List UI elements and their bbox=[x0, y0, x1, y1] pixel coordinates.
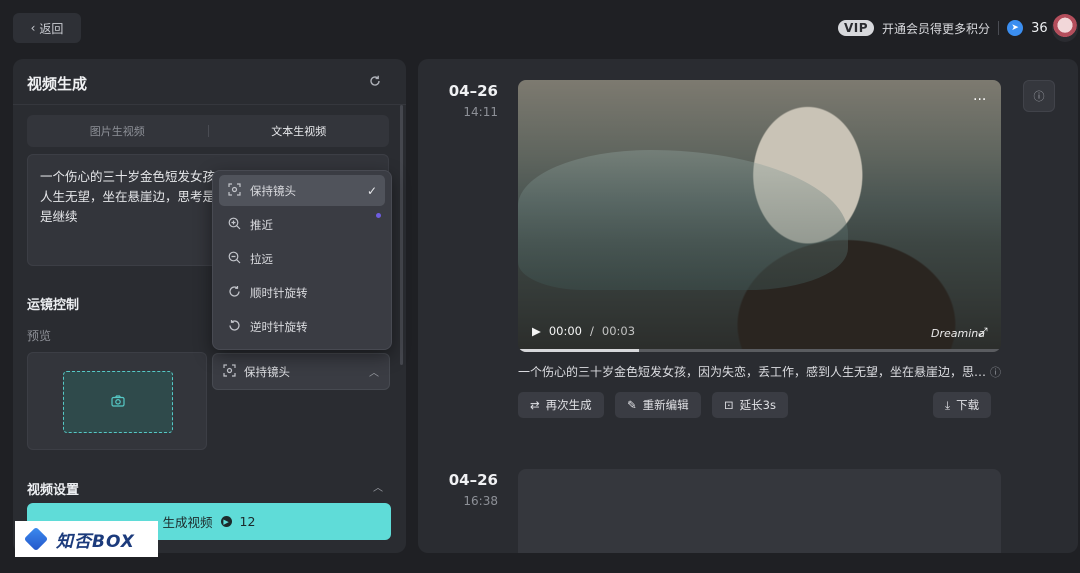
camera-icon bbox=[111, 394, 125, 410]
credit-icon: ▶ bbox=[220, 516, 232, 527]
menu-item-rotate-cw[interactable]: 顺时针旋转 bbox=[219, 277, 385, 308]
progress-fill bbox=[518, 349, 639, 352]
menu-item-label: 逆时针旋转 bbox=[250, 319, 308, 334]
menu-item-label: 拉远 bbox=[250, 251, 273, 266]
generate-cost: 12 bbox=[239, 514, 256, 529]
current-time: 00:00 bbox=[548, 324, 583, 338]
tab-text-to-video[interactable]: 文本生视频 bbox=[209, 123, 390, 139]
watermark: 知否BOX bbox=[15, 521, 158, 557]
pending-video-card bbox=[518, 469, 1001, 553]
prompt-line: 人生无望，坐在悬崖边，思考是 bbox=[40, 189, 216, 204]
time-separator: / bbox=[590, 324, 594, 338]
divider bbox=[13, 104, 406, 105]
info-button[interactable]: ⓘ bbox=[1023, 80, 1055, 112]
chevron-left-icon: ‹ bbox=[30, 21, 36, 35]
vip-promo[interactable]: VIP 开通会员得更多积分 ➤ 36 bbox=[838, 17, 1048, 39]
player-controls: ▶ 00:00 / 00:03 bbox=[532, 324, 635, 338]
re-edit-button[interactable]: ✎ 重新编辑 bbox=[615, 392, 701, 418]
button-label: 重新编辑 bbox=[642, 398, 689, 412]
info-icon[interactable]: ⓘ bbox=[990, 364, 1001, 380]
button-label: 下载 bbox=[956, 398, 980, 412]
camera-control-title: 运镜控制 bbox=[27, 298, 80, 313]
menu-item-zoom-out[interactable]: 拉远 bbox=[219, 243, 385, 274]
pencil-icon: ✎ bbox=[627, 398, 637, 412]
fullscreen-icon[interactable]: ⤢ bbox=[978, 325, 988, 340]
video-frame bbox=[518, 150, 848, 290]
divider bbox=[998, 21, 1000, 35]
menu-item-label: 保持镜头 bbox=[250, 183, 296, 198]
preview-label: 预览 bbox=[27, 329, 52, 343]
play-icon[interactable]: ▶ bbox=[532, 324, 541, 338]
result-time: 14:11 bbox=[463, 105, 498, 119]
notification-dot bbox=[376, 213, 381, 218]
tab-image-to-video[interactable]: 图片生视频 bbox=[27, 123, 208, 139]
avatar[interactable] bbox=[1052, 14, 1078, 42]
video-watermark: Dreamina bbox=[931, 327, 985, 340]
chevron-up-icon[interactable]: ︿ bbox=[373, 479, 383, 494]
video-player[interactable]: ··· ▶ 00:00 / 00:03 Dreamina ⤢ bbox=[518, 80, 1001, 352]
camera-preview bbox=[27, 352, 207, 450]
rotate-ccw-icon bbox=[227, 319, 241, 335]
check-icon: ✓ bbox=[366, 183, 377, 198]
select-value: 保持镜头 bbox=[244, 364, 290, 379]
info-icon: ⓘ bbox=[1033, 90, 1045, 103]
vip-badge: VIP bbox=[838, 20, 875, 36]
credit-count: 36 bbox=[1031, 20, 1048, 36]
button-label: 再次生成 bbox=[545, 398, 592, 412]
more-icon[interactable]: ··· bbox=[973, 92, 986, 108]
duration: 00:03 bbox=[601, 324, 636, 338]
back-button[interactable]: ‹ 返回 bbox=[13, 13, 81, 43]
rotate-cw-icon bbox=[227, 285, 241, 301]
chevron-up-icon: ︿ bbox=[369, 368, 379, 379]
refresh-icon[interactable] bbox=[368, 74, 384, 90]
panel-title: 视频生成 bbox=[27, 75, 88, 93]
menu-item-label: 顺时针旋转 bbox=[250, 285, 308, 300]
caption-text: 一个伤心的三十岁金色短发女孩，因为失恋，丢工作，感到人生无望，坐在悬崖边，思… bbox=[518, 365, 987, 379]
prompt-line: 是继续 bbox=[40, 209, 78, 224]
download-icon: ⤓ bbox=[945, 397, 951, 412]
brand-logo-icon bbox=[23, 526, 49, 552]
vip-text: 开通会员得更多积分 bbox=[882, 21, 991, 36]
back-label: 返回 bbox=[39, 21, 64, 36]
regenerate-button[interactable]: ⇄ 再次生成 bbox=[518, 392, 604, 418]
extend-button[interactable]: ⊡ 延长3s bbox=[712, 392, 788, 418]
results-panel: 04–26 14:11 ··· ▶ 00:00 / 00:03 Dreamina… bbox=[418, 59, 1078, 553]
result-date: 04–26 bbox=[448, 82, 498, 100]
menu-item-zoom-in[interactable]: 推近 bbox=[219, 209, 385, 240]
focus-frame-icon bbox=[227, 182, 241, 199]
mode-tabs: 图片生视频 文本生视频 bbox=[27, 115, 389, 147]
scrollbar[interactable] bbox=[400, 105, 403, 365]
video-caption: 一个伤心的三十岁金色短发女孩，因为失恋，丢工作，感到人生无望，坐在悬崖边，思… … bbox=[518, 363, 1003, 380]
extend-icon: ⊡ bbox=[724, 398, 734, 412]
menu-item-label: 推近 bbox=[250, 217, 273, 232]
video-settings-title: 视频设置 bbox=[27, 483, 80, 498]
camera-motion-menu: 保持镜头 ✓ 推近 拉远 顺时针旋转 逆时针旋转 bbox=[212, 170, 392, 350]
zoom-out-icon bbox=[227, 251, 241, 267]
camera-motion-select[interactable]: 保持镜头 ︿ bbox=[212, 353, 390, 390]
menu-item-rotate-ccw[interactable]: 逆时针旋转 bbox=[219, 311, 385, 342]
download-button[interactable]: ⤓ 下载 bbox=[933, 392, 992, 418]
prompt-line: 一个伤心的三十岁金色短发女孩 bbox=[40, 169, 216, 184]
focus-frame-icon bbox=[223, 363, 236, 380]
watermark-text: 知否BOX bbox=[56, 531, 135, 552]
result-time: 16:38 bbox=[463, 494, 498, 508]
preview-frame bbox=[63, 371, 173, 433]
regenerate-icon: ⇄ bbox=[530, 398, 540, 412]
generate-label: 生成视频 bbox=[162, 515, 213, 530]
button-label: 延长3s bbox=[739, 398, 776, 412]
result-date: 04–26 bbox=[448, 471, 498, 489]
credit-icon: ➤ bbox=[1007, 20, 1024, 36]
menu-item-keep-shot[interactable]: 保持镜头 ✓ bbox=[219, 175, 385, 206]
zoom-in-icon bbox=[227, 217, 241, 233]
